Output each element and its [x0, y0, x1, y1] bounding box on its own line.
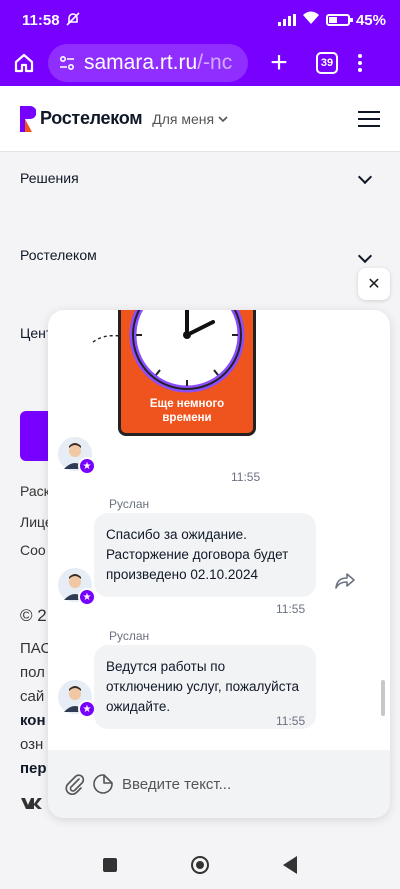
- copyright-fragment: © 2: [20, 606, 47, 625]
- message-text: Ведутся работы по отключению услуг, пожа…: [106, 659, 299, 714]
- site-header: Ростелеком Для меня: [0, 86, 400, 152]
- hamburger-icon[interactable]: [358, 110, 380, 127]
- wifi-icon: [302, 11, 320, 29]
- chat-composer: [48, 750, 390, 818]
- dashed-decoration: [92, 334, 121, 343]
- more-icon[interactable]: [358, 54, 362, 72]
- home-icon: [14, 53, 34, 73]
- legal-link-fragment[interactable]: пер: [20, 760, 47, 777]
- chat-panel: Еще немного времени ★ 11:55 Руслан ★ Спа…: [48, 310, 390, 818]
- star-badge-icon: ★: [78, 457, 96, 475]
- status-bar: 11:58 45%: [0, 0, 400, 40]
- recents-icon[interactable]: [103, 857, 117, 872]
- attach-icon[interactable]: [64, 773, 86, 795]
- sticker-caption: Еще немного времени: [121, 397, 253, 425]
- chat-scrollbar[interactable]: [381, 680, 385, 716]
- home-nav-icon[interactable]: [191, 855, 209, 874]
- message-text: Спасибо за ожидание. Расторжение договор…: [106, 527, 289, 582]
- tune-icon[interactable]: [58, 54, 76, 72]
- home-button[interactable]: [8, 47, 40, 79]
- footer-section-label: Ростелеком: [20, 247, 97, 263]
- sender-name: Руслан: [109, 629, 150, 643]
- back-icon[interactable]: [283, 855, 297, 874]
- system-nav-bar: [0, 840, 400, 889]
- footer-link-fragment: Раск: [20, 483, 50, 499]
- sticker-caption-line: Еще немного: [149, 398, 225, 410]
- sticker-icon[interactable]: [92, 773, 114, 795]
- tab-count: 39: [320, 57, 334, 69]
- sticker-caption-line: времени: [162, 412, 212, 424]
- for-me-label: Для меня: [152, 110, 215, 127]
- signal-icon: [277, 14, 296, 26]
- share-icon[interactable]: [334, 572, 356, 590]
- chevron-down-icon: [218, 115, 228, 122]
- chat-close-button[interactable]: ✕: [358, 268, 390, 300]
- sender-name: Руслан: [109, 497, 150, 511]
- url-host: samara.rt.ru: [84, 51, 198, 74]
- battery-percent: 45%: [355, 11, 386, 29]
- footer-app-logo: [20, 411, 48, 461]
- footer-link-fragment: Соо: [20, 542, 46, 558]
- legal-text-fragment: ПАС: [20, 640, 52, 657]
- plus-icon: +: [270, 46, 288, 79]
- avatar: ★: [58, 680, 96, 718]
- browser-toolbar: samara.rt.ru/-nc + 39: [0, 40, 400, 86]
- footer-section-rostelecom[interactable]: Ростелеком: [20, 247, 380, 264]
- message-time: 11:55: [231, 470, 261, 484]
- avatar: ★: [58, 437, 96, 475]
- battery-icon: [325, 14, 353, 26]
- url-path: /-nc: [197, 51, 233, 74]
- avatar: ★: [58, 568, 96, 606]
- legal-text-fragment: сай: [20, 688, 45, 705]
- close-icon: ✕: [367, 276, 381, 293]
- footer-section-solutions[interactable]: Решения: [20, 169, 380, 186]
- star-badge-icon: ★: [78, 588, 96, 606]
- for-me-dropdown[interactable]: Для меня: [152, 111, 228, 127]
- message-time: 11:55: [276, 602, 306, 616]
- chevron-down-icon: [357, 169, 373, 185]
- legal-link-fragment[interactable]: кон: [20, 712, 46, 729]
- message-bubble: Спасибо за ожидание. Расторжение договор…: [94, 513, 316, 597]
- status-time: 11:58: [22, 11, 60, 29]
- url-bar[interactable]: samara.rt.ru/-nc: [48, 44, 248, 82]
- legal-text-fragment: озн: [20, 736, 44, 753]
- chevron-down-icon: [357, 248, 373, 264]
- new-tab-button[interactable]: +: [264, 48, 294, 78]
- rostelecom-logo-icon[interactable]: [20, 105, 36, 132]
- tabs-button[interactable]: 39: [316, 52, 338, 74]
- vk-icon[interactable]: [20, 796, 44, 810]
- chat-input[interactable]: [122, 775, 374, 793]
- clock-sticker: Еще немного времени: [118, 310, 256, 436]
- footer-section-label: Решения: [20, 170, 79, 186]
- legal-text-fragment: пол: [20, 664, 45, 681]
- dnd-icon: [65, 11, 80, 29]
- logo-text[interactable]: Ростелеком: [40, 108, 143, 129]
- chat-messages[interactable]: Еще немного времени ★ 11:55 Руслан ★ Спа…: [48, 310, 390, 748]
- status-right: 45%: [277, 11, 386, 29]
- message-time: 11:55: [276, 714, 306, 728]
